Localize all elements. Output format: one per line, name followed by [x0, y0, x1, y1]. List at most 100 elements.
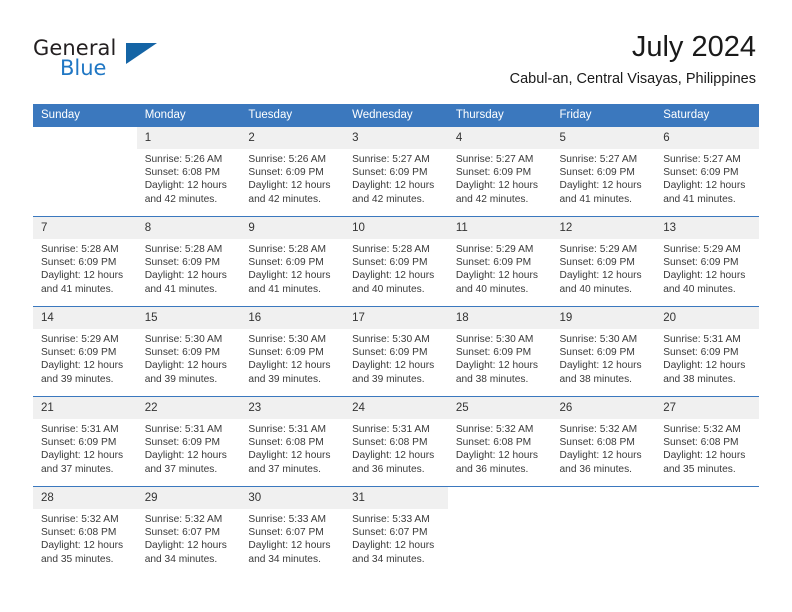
day-cell[interactable]: 1 Sunrise: 5:26 AM Sunset: 6:08 PM Daylight… — [136, 127, 241, 217]
day-cell[interactable]: 24 Sunrise: 5:31 AM Sunset: 6:08 PM Dayligh… — [344, 396, 448, 487]
day-cell[interactable]: 13 Sunrise: 5:29 AM Sunset: 6:09 PM Dayligh… — [655, 216, 759, 307]
day-cell-inner: 20 Sunrise: 5:31 AM Sunset: 6:09 PM Dayligh… — [655, 307, 759, 396]
daylight-text-line1: Daylight: 12 hours — [41, 270, 124, 282]
day-details: Sunrise: 5:31 AM Sunset: 6:08 PM Daylight:… — [240, 419, 344, 476]
day-cell[interactable]: 6 Sunrise: 5:27 AM Sunset: 6:09 PM Daylight… — [655, 127, 759, 217]
weekday-header-wednesday: Wednesday — [344, 104, 448, 127]
daylight-text-line1: Daylight: 12 hours — [455, 180, 538, 192]
day-details: Sunrise: 5:30 AM Sunset: 6:09 PM Daylight:… — [344, 329, 448, 386]
sunset-text: Sunset: 6:08 PM — [144, 167, 221, 179]
day-cell[interactable]: 9 Sunrise: 5:28 AM Sunset: 6:09 PM Daylight… — [240, 216, 345, 307]
daylight-text-line2: and 40 minutes. — [455, 283, 529, 295]
day-details: Sunrise: 5:29 AM Sunset: 6:09 PM Daylight:… — [552, 239, 656, 296]
day-cell[interactable]: 18 Sunrise: 5:30 AM Sunset: 6:09 PM Dayligh… — [447, 306, 552, 397]
sunrise-text: Sunrise: 5:31 AM — [248, 424, 326, 435]
sunrise-text: Sunrise: 5:32 AM — [455, 424, 534, 435]
day-cell[interactable]: 29 Sunrise: 5:32 AM Sunset: 6:07 PM Dayligh… — [136, 486, 241, 576]
day-cell[interactable]: 21 Sunrise: 5:31 AM Sunset: 6:09 PM Dayligh… — [33, 396, 137, 487]
sunset-text: Sunset: 6:08 PM — [559, 437, 635, 449]
sunrise-text: Sunrise: 5:28 AM — [144, 244, 223, 255]
day-number: 11 — [447, 217, 552, 239]
day-cell[interactable]: 31 Sunrise: 5:33 AM Sunset: 6:07 PM Dayligh… — [344, 486, 448, 576]
day-details: Sunrise: 5:31 AM Sunset: 6:09 PM Daylight:… — [33, 419, 137, 476]
sunset-text: Sunset: 6:09 PM — [41, 257, 117, 269]
daylight-text-line1: Daylight: 12 hours — [144, 540, 227, 552]
day-number — [655, 487, 759, 509]
day-cell[interactable]: 17 Sunrise: 5:30 AM Sunset: 6:09 PM Dayligh… — [344, 306, 448, 397]
daylight-text-line2: and 39 minutes. — [41, 373, 114, 385]
day-number — [552, 487, 656, 509]
daylight-text-line1: Daylight: 12 hours — [663, 450, 746, 462]
day-details: Sunrise: 5:31 AM Sunset: 6:09 PM Daylight:… — [137, 419, 241, 476]
sunset-text: Sunset: 6:09 PM — [248, 167, 324, 179]
day-details: Sunrise: 5:29 AM Sunset: 6:09 PM Daylight:… — [448, 239, 552, 296]
weekday-header-thursday: Thursday — [447, 104, 552, 127]
day-cell[interactable]: 14 Sunrise: 5:29 AM Sunset: 6:09 PM Dayligh… — [33, 306, 137, 397]
day-cell[interactable]: 5 Sunrise: 5:27 AM Sunset: 6:09 PM Daylight… — [551, 127, 656, 217]
day-details: Sunrise: 5:33 AM Sunset: 6:07 PM Daylight:… — [240, 509, 344, 566]
day-cell-inner — [655, 487, 759, 576]
day-cell-inner: 10 Sunrise: 5:28 AM Sunset: 6:09 PM Dayligh… — [344, 217, 448, 306]
sunrise-text: Sunrise: 5:32 AM — [663, 424, 741, 435]
day-cell[interactable]: 23 Sunrise: 5:31 AM Sunset: 6:08 PM Dayligh… — [240, 396, 345, 487]
day-cell[interactable]: 4 Sunrise: 5:27 AM Sunset: 6:09 PM Daylight… — [447, 127, 552, 217]
day-cell[interactable]: 20 Sunrise: 5:31 AM Sunset: 6:09 PM Dayligh… — [655, 306, 759, 397]
daylight-text-line2: and 36 minutes. — [559, 463, 633, 475]
day-cell[interactable]: 10 Sunrise: 5:28 AM Sunset: 6:09 PM Dayligh… — [344, 216, 448, 307]
day-cell-inner: 26 Sunrise: 5:32 AM Sunset: 6:08 PM Dayligh… — [551, 397, 656, 486]
daylight-text-line1: Daylight: 12 hours — [559, 360, 642, 372]
day-cell[interactable]: 25 Sunrise: 5:32 AM Sunset: 6:08 PM Dayligh… — [447, 396, 552, 487]
day-cell[interactable]: 7 Sunrise: 5:28 AM Sunset: 6:09 PM Daylight… — [33, 216, 137, 307]
sunset-text: Sunset: 6:08 PM — [248, 437, 324, 449]
day-cell[interactable] — [33, 127, 137, 217]
sunset-text: Sunset: 6:09 PM — [663, 257, 739, 269]
day-number: 8 — [136, 217, 241, 239]
daylight-text-line1: Daylight: 12 hours — [663, 360, 746, 372]
sunrise-text: Sunrise: 5:30 AM — [559, 334, 638, 345]
day-cell[interactable] — [447, 486, 552, 576]
day-cell[interactable]: 15 Sunrise: 5:30 AM Sunset: 6:09 PM Dayligh… — [136, 306, 241, 397]
sunrise-text: Sunrise: 5:26 AM — [144, 154, 223, 165]
day-cell[interactable]: 2 Sunrise: 5:26 AM Sunset: 6:09 PM Daylight… — [240, 127, 345, 217]
day-cell[interactable]: 19 Sunrise: 5:30 AM Sunset: 6:09 PM Dayligh… — [551, 306, 656, 397]
sunrise-text: Sunrise: 5:27 AM — [559, 154, 638, 165]
day-cell[interactable]: 30 Sunrise: 5:33 AM Sunset: 6:07 PM Dayligh… — [240, 486, 345, 576]
day-number: 4 — [447, 127, 552, 149]
sunrise-text: Sunrise: 5:30 AM — [352, 334, 430, 345]
day-cell[interactable]: 26 Sunrise: 5:32 AM Sunset: 6:08 PM Dayligh… — [551, 396, 656, 487]
sunrise-text: Sunrise: 5:31 AM — [352, 424, 430, 435]
day-cell[interactable] — [551, 486, 656, 576]
sunset-text: Sunset: 6:09 PM — [41, 437, 117, 449]
daylight-text-line2: and 41 minutes. — [248, 283, 321, 295]
daylight-text-line1: Daylight: 12 hours — [248, 540, 331, 552]
day-cell[interactable]: 27 Sunrise: 5:32 AM Sunset: 6:08 PM Dayligh… — [655, 396, 759, 487]
daylight-text-line1: Daylight: 12 hours — [41, 540, 124, 552]
day-cell-inner: 7 Sunrise: 5:28 AM Sunset: 6:09 PM Daylight… — [33, 217, 137, 306]
sunset-text: Sunset: 6:09 PM — [248, 257, 324, 269]
day-cell-inner: 15 Sunrise: 5:30 AM Sunset: 6:09 PM Dayligh… — [136, 307, 241, 396]
day-cell[interactable]: 8 Sunrise: 5:28 AM Sunset: 6:09 PM Daylight… — [136, 216, 241, 307]
day-cell[interactable]: 3 Sunrise: 5:27 AM Sunset: 6:09 PM Daylight… — [344, 127, 448, 217]
page-title: July 2024 — [631, 31, 756, 63]
day-number: 6 — [655, 127, 759, 149]
day-number: 24 — [344, 397, 448, 419]
sunset-text: Sunset: 6:09 PM — [559, 167, 635, 179]
sunrise-text: Sunrise: 5:29 AM — [559, 244, 638, 255]
general-blue-logo[interactable]: General Blue — [33, 36, 163, 82]
day-cell[interactable]: 11 Sunrise: 5:29 AM Sunset: 6:09 PM Dayligh… — [447, 216, 552, 307]
day-cell[interactable]: 12 Sunrise: 5:29 AM Sunset: 6:09 PM Dayligh… — [551, 216, 656, 307]
day-number: 3 — [344, 127, 448, 149]
daylight-text-line2: and 34 minutes. — [144, 553, 218, 565]
daylight-text-line1: Daylight: 12 hours — [144, 270, 227, 282]
day-number: 25 — [447, 397, 552, 419]
day-cell-inner: 29 Sunrise: 5:32 AM Sunset: 6:07 PM Dayligh… — [136, 487, 241, 576]
day-cell[interactable]: 22 Sunrise: 5:31 AM Sunset: 6:09 PM Dayligh… — [136, 396, 241, 487]
calendar-week-row: 14 Sunrise: 5:29 AM Sunset: 6:09 PM Dayligh… — [33, 306, 759, 397]
day-cell-inner: 5 Sunrise: 5:27 AM Sunset: 6:09 PM Daylight… — [551, 127, 656, 216]
daylight-text-line1: Daylight: 12 hours — [248, 450, 331, 462]
daylight-text-line1: Daylight: 12 hours — [352, 180, 435, 192]
day-cell[interactable]: 16 Sunrise: 5:30 AM Sunset: 6:09 PM Dayligh… — [240, 306, 345, 397]
day-cell[interactable]: 28 Sunrise: 5:32 AM Sunset: 6:08 PM Dayligh… — [33, 486, 137, 576]
day-cell[interactable] — [655, 486, 759, 576]
day-cell-inner: 27 Sunrise: 5:32 AM Sunset: 6:08 PM Dayligh… — [655, 397, 759, 486]
